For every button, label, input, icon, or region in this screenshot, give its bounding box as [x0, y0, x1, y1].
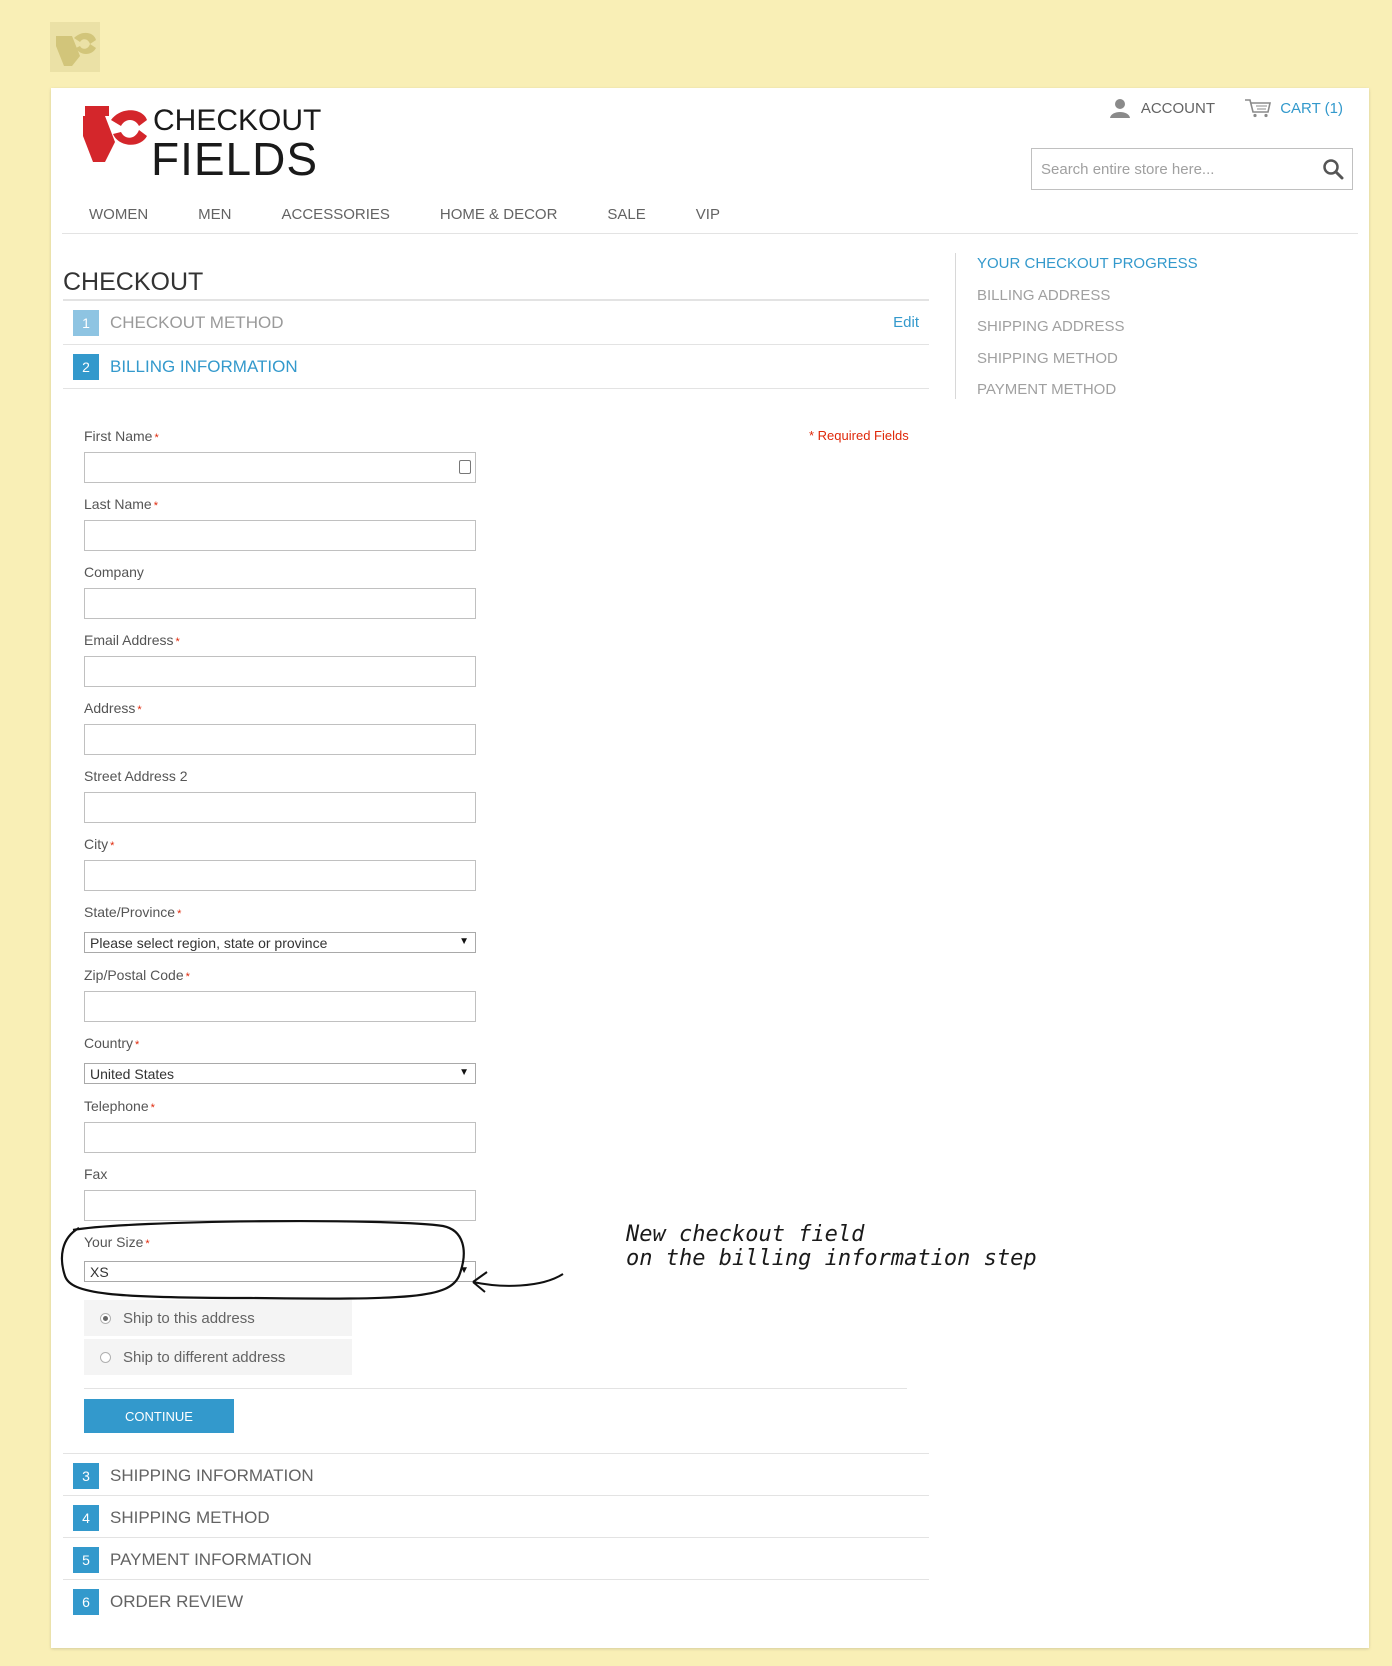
step-payment-information[interactable]: 5 PAYMENT INFORMATION: [63, 1537, 929, 1581]
label-text: Email Address: [84, 632, 174, 648]
country-select[interactable]: United States ▼: [84, 1063, 476, 1084]
telephone-label: Telephone *: [84, 1098, 155, 1114]
email-label: Email Address *: [84, 632, 180, 648]
address-label: Address *: [84, 700, 142, 716]
email-field[interactable]: [84, 656, 476, 687]
nav-item-accessories[interactable]: ACCESSORIES: [282, 206, 390, 223]
brand-line2: FIELDS: [151, 133, 319, 185]
nav-divider: [62, 233, 1358, 234]
step-number: 2: [73, 353, 99, 380]
account-label: ACCOUNT: [1140, 99, 1215, 117]
chevron-down-icon: ▼: [459, 936, 469, 947]
company-label: Company: [84, 564, 144, 580]
company-field[interactable]: [84, 588, 476, 619]
zip-field[interactable]: [84, 991, 476, 1022]
step-shipping-method[interactable]: 4 SHIPPING METHOD: [63, 1495, 929, 1539]
step-label: PAYMENT INFORMATION: [110, 1549, 312, 1569]
radio-selected-icon[interactable]: [100, 1312, 111, 1324]
select-value: Please select region, state or province: [90, 934, 328, 951]
page-title: CHECKOUT: [63, 268, 204, 296]
step-label: BILLING INFORMATION: [110, 356, 298, 376]
continue-button[interactable]: CONTINUE: [84, 1399, 234, 1433]
ship-same-label: Ship to this address: [123, 1309, 255, 1327]
brand-logo[interactable]: CHECKOUT FIELDS: [81, 102, 321, 185]
nav-item-women[interactable]: WOMEN: [89, 206, 148, 223]
sidebar-title: YOUR CHECKOUT PROGRESS: [977, 255, 1198, 272]
label-text: First Name: [84, 428, 153, 444]
street2-label: Street Address 2: [84, 768, 188, 784]
ship-different-label: Ship to different address: [123, 1348, 286, 1366]
first-name-field[interactable]: [84, 452, 476, 483]
sidebar-divider: [955, 253, 956, 399]
last-name-label: Last Name *: [84, 496, 158, 512]
user-icon: [1109, 99, 1130, 118]
step-label: SHIPPING METHOD: [110, 1507, 270, 1527]
search-icon[interactable]: [1322, 158, 1344, 180]
nav-item-men[interactable]: MEN: [198, 206, 231, 223]
state-select[interactable]: Please select region, state or province ▼: [84, 932, 476, 953]
step-shipping-information[interactable]: 3 SHIPPING INFORMATION: [63, 1453, 929, 1497]
nav-item-home-decor[interactable]: HOME & DECOR: [440, 206, 558, 223]
step-label: ORDER REVIEW: [110, 1591, 244, 1611]
label-text: Address: [84, 700, 136, 716]
address-field[interactable]: [84, 724, 476, 755]
step-billing-information[interactable]: 2 BILLING INFORMATION: [63, 344, 929, 388]
ship-different-option[interactable]: Ship to different address: [84, 1339, 352, 1375]
label-text: Zip/Postal Code: [84, 967, 184, 983]
select-value: United States: [90, 1065, 175, 1082]
corner-logo-icon: [50, 22, 100, 72]
annotation-line2: on the billing information step: [626, 1246, 1037, 1271]
progress-item-payment-method: PAYMENT METHOD: [977, 381, 1117, 398]
step-number: 4: [73, 1504, 99, 1531]
label-text: State/Province: [84, 904, 176, 920]
progress-item-shipping-method: SHIPPING METHOD: [977, 350, 1118, 367]
step-number: 1: [73, 309, 99, 336]
brand-mark-icon: [83, 106, 147, 162]
state-label: State/Province *: [84, 904, 182, 920]
label-text: City: [84, 836, 109, 852]
form-divider: [84, 1388, 907, 1389]
cart-label: CART (1): [1280, 99, 1343, 117]
label-text: Telephone: [84, 1098, 149, 1114]
step-number: 5: [73, 1546, 99, 1573]
step-number: 3: [73, 1462, 99, 1489]
radio-unselected-icon[interactable]: [100, 1351, 111, 1363]
cart-link[interactable]: CART (1): [1244, 98, 1343, 118]
fax-label: Fax: [84, 1166, 108, 1182]
page-container: CHECKOUT FIELDS ACCOUNT CART (1) Search …: [51, 88, 1369, 1648]
contact-card-icon[interactable]: [459, 460, 471, 474]
first-name-label: First Name *: [84, 428, 159, 444]
required-fields-note: * Required Fields: [809, 428, 909, 443]
step-label: CHECKOUT METHOD: [110, 312, 284, 332]
account-link[interactable]: ACCOUNT: [1109, 98, 1215, 118]
telephone-field[interactable]: [84, 1122, 476, 1153]
cart-icon: [1245, 99, 1272, 118]
search-input[interactable]: Search entire store here...: [1031, 148, 1353, 190]
main-nav: WOMEN MEN ACCESSORIES HOME & DECOR SALE …: [89, 206, 720, 223]
step-checkout-method[interactable]: 1 CHECKOUT METHOD Edit: [63, 300, 929, 344]
label-text: Last Name: [84, 496, 152, 512]
fax-field[interactable]: [84, 1190, 476, 1221]
country-label: Country *: [84, 1035, 140, 1051]
nav-item-sale[interactable]: SALE: [607, 206, 645, 223]
step-number: 6: [73, 1588, 99, 1615]
nav-item-vip[interactable]: VIP: [696, 206, 720, 223]
progress-item-shipping-address: SHIPPING ADDRESS: [977, 318, 1125, 335]
ship-same-option[interactable]: Ship to this address: [84, 1300, 352, 1336]
step-divider: [63, 388, 929, 389]
city-field[interactable]: [84, 860, 476, 891]
search-placeholder: Search entire store here...: [1041, 160, 1215, 178]
chevron-down-icon: ▼: [459, 1067, 469, 1078]
city-label: City *: [84, 836, 115, 852]
step-label: SHIPPING INFORMATION: [110, 1465, 314, 1485]
last-name-field[interactable]: [84, 520, 476, 551]
annotation-line1: New checkout field: [626, 1222, 865, 1247]
street2-field[interactable]: [84, 792, 476, 823]
progress-item-billing-address: BILLING ADDRESS: [977, 287, 1111, 304]
zip-label: Zip/Postal Code *: [84, 967, 190, 983]
edit-link[interactable]: Edit: [893, 314, 919, 331]
arrow-icon: [472, 1271, 564, 1293]
step-order-review[interactable]: 6 ORDER REVIEW: [63, 1579, 929, 1623]
label-text: Country: [84, 1035, 134, 1051]
